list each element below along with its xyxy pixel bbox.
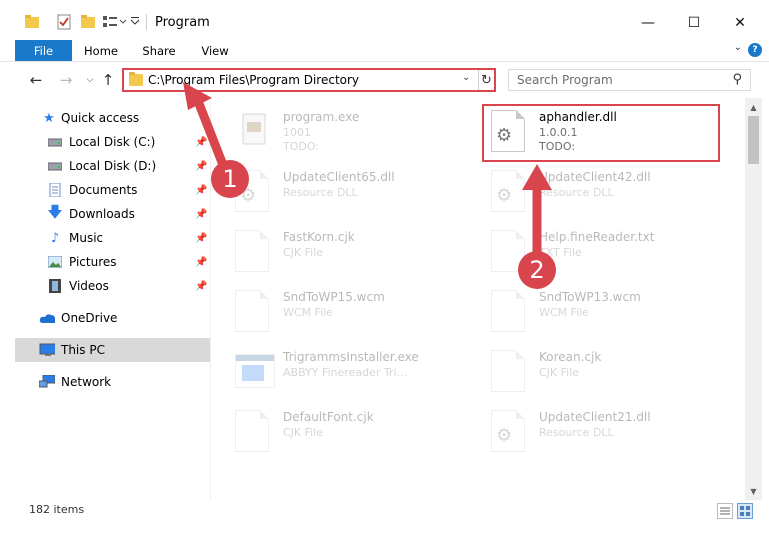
- annotation-badge-1: 1: [211, 160, 249, 198]
- arrow-1: [191, 91, 230, 175]
- annotation-arrows: [183, 82, 552, 260]
- annotation-badge-2: 2: [518, 251, 556, 289]
- arrow-2-head: [522, 164, 552, 190]
- explorer-window: Program — ☐ ✕ File Home Share View ⌄ ? ←…: [0, 0, 769, 537]
